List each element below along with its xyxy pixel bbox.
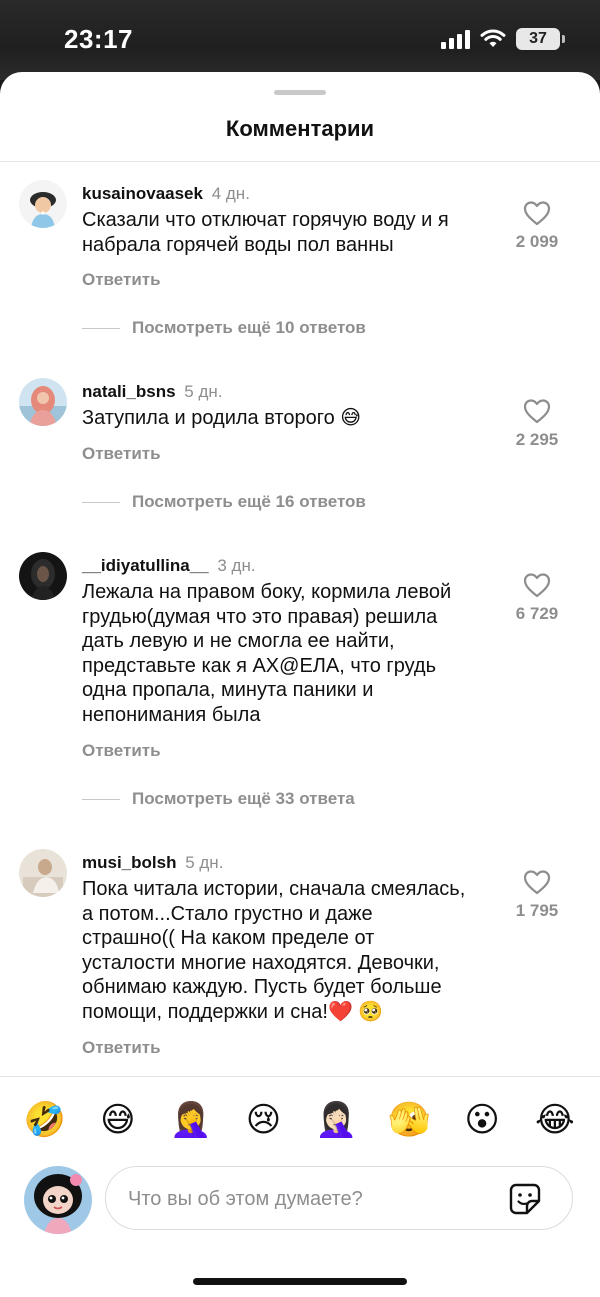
- comment-line: помощи, поддержки и сна!❤️ 🥺: [82, 1000, 384, 1023]
- heart-icon[interactable]: [523, 572, 551, 598]
- emoji-button[interactable]: 😮: [459, 1097, 505, 1143]
- home-indicator[interactable]: [193, 1278, 407, 1285]
- battery-icon: 37: [516, 28, 565, 50]
- comment-header: __idiyatullina__ 3 дн.: [82, 556, 256, 576]
- like-group: 2 295: [492, 398, 582, 450]
- comment-time: 5 дн.: [185, 853, 224, 872]
- heart-icon[interactable]: [523, 200, 551, 226]
- reply-button[interactable]: Ответить: [82, 270, 161, 290]
- emoji-button[interactable]: 😅: [95, 1097, 141, 1143]
- status-bar: 23:17 37: [0, 0, 600, 80]
- reply-button[interactable]: Ответить: [82, 741, 161, 761]
- comment-time: 5 дн.: [184, 382, 223, 401]
- comment-line: представьте как я АХ@ЕЛА, что грудь: [82, 654, 437, 677]
- view-replies-label: Посмотреть ещё 33 ответа: [132, 789, 355, 808]
- comment-line: Лежала на правом боку, кормила левой: [82, 581, 452, 603]
- like-count: 2 099: [515, 232, 559, 251]
- comment-line: а потом...Стало грустно и даже: [82, 902, 373, 925]
- comment-line: Затупила и родила второго 😅: [82, 407, 362, 429]
- comment-username[interactable]: __idiyatullina__: [82, 556, 209, 575]
- reply-button[interactable]: Ответить: [82, 444, 161, 464]
- emoji-button[interactable]: 🫣: [386, 1097, 432, 1143]
- comment-line: Сказали что отключат горячую воду и я: [82, 209, 449, 231]
- view-replies-link[interactable]: Посмотреть ещё 16 ответов: [82, 492, 366, 512]
- comment-line: грудью(думая что это правая) решила: [82, 605, 438, 628]
- reply-button[interactable]: Ответить: [82, 1038, 161, 1058]
- like-count: 6 729: [515, 604, 559, 623]
- view-replies-label: Посмотреть ещё 10 ответов: [132, 318, 366, 337]
- comment-line: обнимаю каждую. Пусть будет больше: [82, 976, 442, 998]
- like-count: 2 295: [515, 430, 559, 449]
- emoji-button[interactable]: 🤦‍♀️: [168, 1097, 214, 1143]
- comment-line: непонимания была: [82, 703, 261, 726]
- avatar[interactable]: [19, 180, 67, 228]
- comment-header: kusainovaasek 4 дн.: [82, 184, 250, 204]
- comment-username[interactable]: musi_bolsh: [82, 853, 176, 872]
- comment-username[interactable]: natali_bsns: [82, 382, 176, 401]
- emoji-button[interactable]: 🤣: [22, 1097, 68, 1143]
- avatar[interactable]: [19, 849, 67, 897]
- sticker-icon[interactable]: [508, 1182, 542, 1216]
- heart-icon[interactable]: [523, 869, 551, 895]
- replies-divider-line: [82, 798, 120, 800]
- comment-text: Затупила и родила второго 😅: [82, 406, 512, 431]
- comment-composer: [0, 1164, 600, 1236]
- comment-line: Пока читала истории, сначала смеялась,: [82, 878, 466, 900]
- avatar[interactable]: [19, 378, 67, 426]
- comment-input-box: [105, 1166, 573, 1230]
- comment-line: набрала горячей воды пол ванны: [82, 233, 394, 256]
- emoji-button[interactable]: 😢: [241, 1097, 287, 1143]
- comment-username[interactable]: kusainovaasek: [82, 184, 203, 203]
- emoji-button[interactable]: 😂: [532, 1097, 578, 1143]
- heart-icon[interactable]: [523, 398, 551, 424]
- view-replies-label: Посмотреть ещё 16 ответов: [132, 492, 366, 511]
- like-group: 2 099: [492, 200, 582, 252]
- comment-line: одна пропала, минута паники и: [82, 679, 374, 701]
- emoji-bar-divider: [0, 1076, 600, 1077]
- comment-line: дать левую и не смогла ее найти,: [82, 630, 395, 652]
- replies-divider-line: [82, 501, 120, 503]
- emoji-button[interactable]: 🤦🏻‍♀️: [313, 1097, 359, 1143]
- status-time: 23:17: [64, 24, 133, 54]
- comment-text: Лежала на правом боку, кормила левой гру…: [82, 580, 512, 727]
- signal-icon: [441, 29, 470, 49]
- comment-line: страшно(( На каком пределе от: [82, 927, 375, 949]
- view-replies-link[interactable]: Посмотреть ещё 33 ответа: [82, 789, 355, 809]
- comment-header: natali_bsns 5 дн.: [82, 382, 223, 402]
- sheet-title: Комментарии: [225, 116, 375, 141]
- comment-header: musi_bolsh 5 дн.: [82, 853, 223, 873]
- comment-text: Сказали что отключат горячую воду и я на…: [82, 208, 512, 257]
- my-avatar[interactable]: [24, 1166, 92, 1234]
- view-replies-link[interactable]: Посмотреть ещё 10 ответов: [82, 318, 366, 338]
- like-count: 1 795: [515, 901, 559, 920]
- comment-time: 4 дн.: [211, 184, 250, 203]
- comment-time: 3 дн.: [217, 556, 256, 575]
- comment-input[interactable]: [126, 1181, 500, 1217]
- like-group: 6 729: [492, 572, 582, 624]
- status-icons: 37: [441, 28, 565, 50]
- emoji-quick-bar: 🤣 😅 🤦‍♀️ 😢 🤦🏻‍♀️ 🫣 😮 😂: [22, 1097, 578, 1143]
- wifi-icon: [480, 29, 506, 47]
- sheet-grabber[interactable]: [274, 90, 326, 95]
- comment-text: Пока читала истории, сначала смеялась, а…: [82, 877, 512, 1024]
- comment-line: усталости многие находятся. Девочки,: [82, 951, 440, 974]
- title-divider: [0, 161, 600, 162]
- replies-divider-line: [82, 327, 120, 329]
- comments-sheet: Комментарии kusainovaasek 4 дн. Сказали …: [0, 72, 600, 1297]
- avatar[interactable]: [19, 552, 67, 600]
- like-group: 1 795: [492, 869, 582, 921]
